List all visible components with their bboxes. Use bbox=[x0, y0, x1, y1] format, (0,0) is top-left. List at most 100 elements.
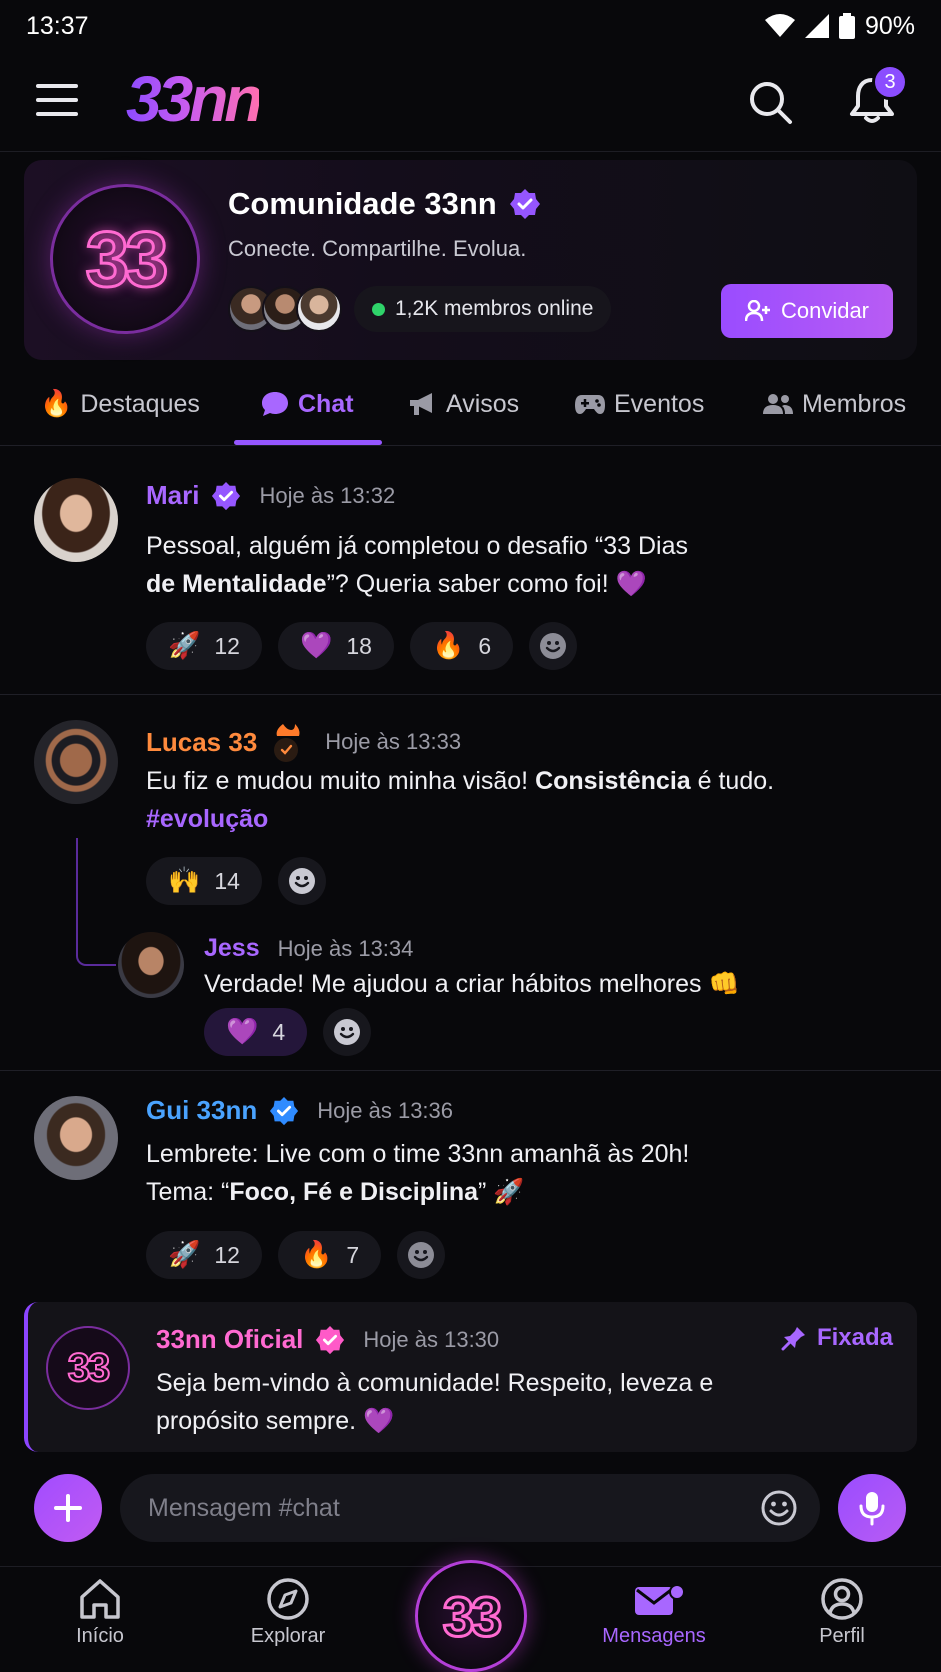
message-text: Seja bem-vindo à comunidade! Respeito, l… bbox=[156, 1364, 713, 1440]
message-line: Tema: “Foco, Fé e Disciplina” 🚀 bbox=[146, 1173, 689, 1211]
battery-icon bbox=[838, 13, 855, 39]
reactions: 🚀 12 💜 18 🔥 6 bbox=[146, 622, 578, 670]
community-title-text: Comunidade 33nn bbox=[228, 186, 497, 221]
reaction-count: 4 bbox=[272, 1018, 286, 1045]
reaction-raised-hands[interactable]: 🙌 14 bbox=[146, 857, 262, 905]
voice-message-button[interactable] bbox=[838, 1474, 906, 1542]
bold-text: Consistência bbox=[535, 767, 691, 795]
reactions: 💜 4 bbox=[204, 1008, 372, 1056]
message-time: Hoje às 13:36 bbox=[317, 1097, 454, 1123]
community-card: 33 Comunidade 33nn Conecte. Compartilhe.… bbox=[24, 160, 917, 360]
reaction-emoji: 🚀 bbox=[168, 1240, 201, 1270]
online-members-count: 1,2K membros online bbox=[395, 297, 594, 320]
online-avatars[interactable] bbox=[228, 286, 342, 332]
reaction-count: 14 bbox=[214, 867, 240, 894]
fire-icon: 🔥 bbox=[40, 389, 73, 419]
divider bbox=[0, 694, 941, 695]
tab-label: Eventos bbox=[614, 389, 705, 418]
tab-label: Destaques bbox=[80, 389, 200, 418]
app-logo[interactable]: 33nn bbox=[126, 62, 263, 136]
bold-text: de Mentalidade bbox=[146, 570, 327, 598]
official-logo: 33 bbox=[46, 1326, 130, 1410]
message-time: Hoje às 13:30 bbox=[363, 1326, 500, 1352]
smiley-icon bbox=[540, 633, 567, 659]
avatar[interactable] bbox=[34, 478, 118, 562]
nav-label: Explorar bbox=[250, 1625, 326, 1647]
message-input[interactable] bbox=[148, 1474, 748, 1542]
verified-icon bbox=[270, 1096, 299, 1125]
avatar[interactable] bbox=[34, 1096, 118, 1180]
signal-icon bbox=[804, 14, 829, 38]
reaction-count: 7 bbox=[346, 1241, 360, 1268]
text-span: é tudo. bbox=[690, 767, 775, 795]
reaction-rocket[interactable]: 🚀 12 bbox=[146, 622, 262, 670]
message-header: Jess Hoje às 13:34 bbox=[204, 934, 413, 963]
text-span: Eu fiz e mudou muito minha visão! bbox=[146, 767, 536, 795]
add-reaction-button[interactable] bbox=[323, 1008, 372, 1056]
online-status-dot bbox=[372, 302, 385, 316]
search-icon[interactable] bbox=[746, 78, 794, 126]
username[interactable]: Lucas 33 bbox=[146, 727, 257, 758]
compass-icon bbox=[267, 1578, 309, 1620]
message-time: Hoje às 13:34 bbox=[277, 935, 414, 961]
add-reaction-button[interactable] bbox=[529, 622, 578, 670]
nav-center-home-button[interactable]: 33 bbox=[415, 1560, 527, 1672]
avatar[interactable] bbox=[34, 720, 118, 804]
message-header: Mari Hoje às 13:32 bbox=[146, 480, 395, 511]
invite-button[interactable]: Convidar bbox=[721, 284, 893, 338]
reaction-rocket[interactable]: 🚀 12 bbox=[146, 1231, 262, 1279]
nav-explorar[interactable]: Explorar bbox=[218, 1577, 358, 1648]
reaction-heart[interactable]: 💜 18 bbox=[277, 622, 394, 670]
nav-perfil[interactable]: Perfil bbox=[772, 1577, 912, 1648]
notification-badge: 3 bbox=[872, 64, 908, 100]
emoji-icon[interactable] bbox=[760, 1489, 798, 1527]
verified-icon bbox=[509, 189, 540, 219]
nav-inicio[interactable]: Início bbox=[30, 1577, 170, 1648]
verified-icon bbox=[212, 481, 241, 510]
reaction-fire[interactable]: 🔥 6 bbox=[409, 622, 514, 670]
status-time: 13:37 bbox=[26, 11, 89, 40]
attach-button[interactable] bbox=[34, 1474, 102, 1542]
reaction-count: 6 bbox=[478, 632, 492, 659]
tab-avisos[interactable]: Avisos bbox=[408, 386, 519, 422]
thread-connector bbox=[76, 838, 116, 966]
online-members-pill[interactable]: 1,2K membros online bbox=[354, 286, 612, 332]
menu-icon-bar bbox=[36, 98, 78, 102]
message-text: Verdade! Me ajudou a criar hábitos melho… bbox=[204, 970, 740, 998]
tab-destaques[interactable]: 🔥 Destaques bbox=[40, 386, 200, 422]
text-span: ”? Queria saber como foi! 💜 bbox=[326, 570, 647, 598]
reaction-heart[interactable]: 💜 4 bbox=[204, 1008, 308, 1056]
community-title: Comunidade 33nn bbox=[228, 186, 541, 222]
message-line: Pessoal, alguém já completou o desafio “… bbox=[146, 532, 688, 560]
tab-chat[interactable]: Chat bbox=[260, 386, 354, 422]
add-reaction-button[interactable] bbox=[397, 1231, 446, 1279]
message-time: Hoje às 13:33 bbox=[325, 729, 462, 754]
tab-eventos[interactable]: Eventos bbox=[574, 386, 704, 422]
username[interactable]: Gui 33nn bbox=[146, 1095, 257, 1126]
tab-membros[interactable]: Membros bbox=[762, 386, 906, 422]
pin-icon bbox=[781, 1327, 805, 1351]
reaction-emoji: 🔥 bbox=[431, 631, 465, 661]
username[interactable]: 33nn Oficial bbox=[156, 1324, 303, 1355]
nav-mensagens[interactable]: Mensagens bbox=[584, 1577, 724, 1648]
megaphone-icon bbox=[410, 393, 432, 415]
community-logo: 33 bbox=[50, 184, 200, 334]
message-line: propósito sempre. 💜 bbox=[156, 1407, 395, 1435]
add-reaction-button[interactable] bbox=[277, 857, 326, 905]
message-text: Pessoal, alguém já completou o desafio “… bbox=[146, 527, 688, 603]
avatar[interactable] bbox=[118, 932, 184, 998]
message-time: Hoje às 13:32 bbox=[259, 482, 396, 508]
community-logo-text: 33 bbox=[84, 213, 170, 304]
chat-bubble-icon bbox=[262, 392, 288, 416]
username[interactable]: Jess bbox=[204, 934, 260, 963]
pinned-message[interactable]: 33 33nn Oficial Hoje às 13:30 Fixada Sej… bbox=[24, 1302, 917, 1452]
pinned-label-text: Fixada bbox=[816, 1324, 893, 1351]
message-input-box bbox=[120, 1474, 820, 1542]
username[interactable]: Mari bbox=[146, 480, 199, 511]
menu-button[interactable] bbox=[36, 84, 78, 118]
hashtag-link[interactable]: #evolução bbox=[146, 800, 774, 838]
reaction-emoji: 💜 bbox=[226, 1017, 259, 1047]
nav-center-text: 33 bbox=[441, 1583, 503, 1649]
reaction-fire[interactable]: 🔥 7 bbox=[277, 1231, 382, 1279]
gamepad-icon bbox=[575, 395, 605, 414]
